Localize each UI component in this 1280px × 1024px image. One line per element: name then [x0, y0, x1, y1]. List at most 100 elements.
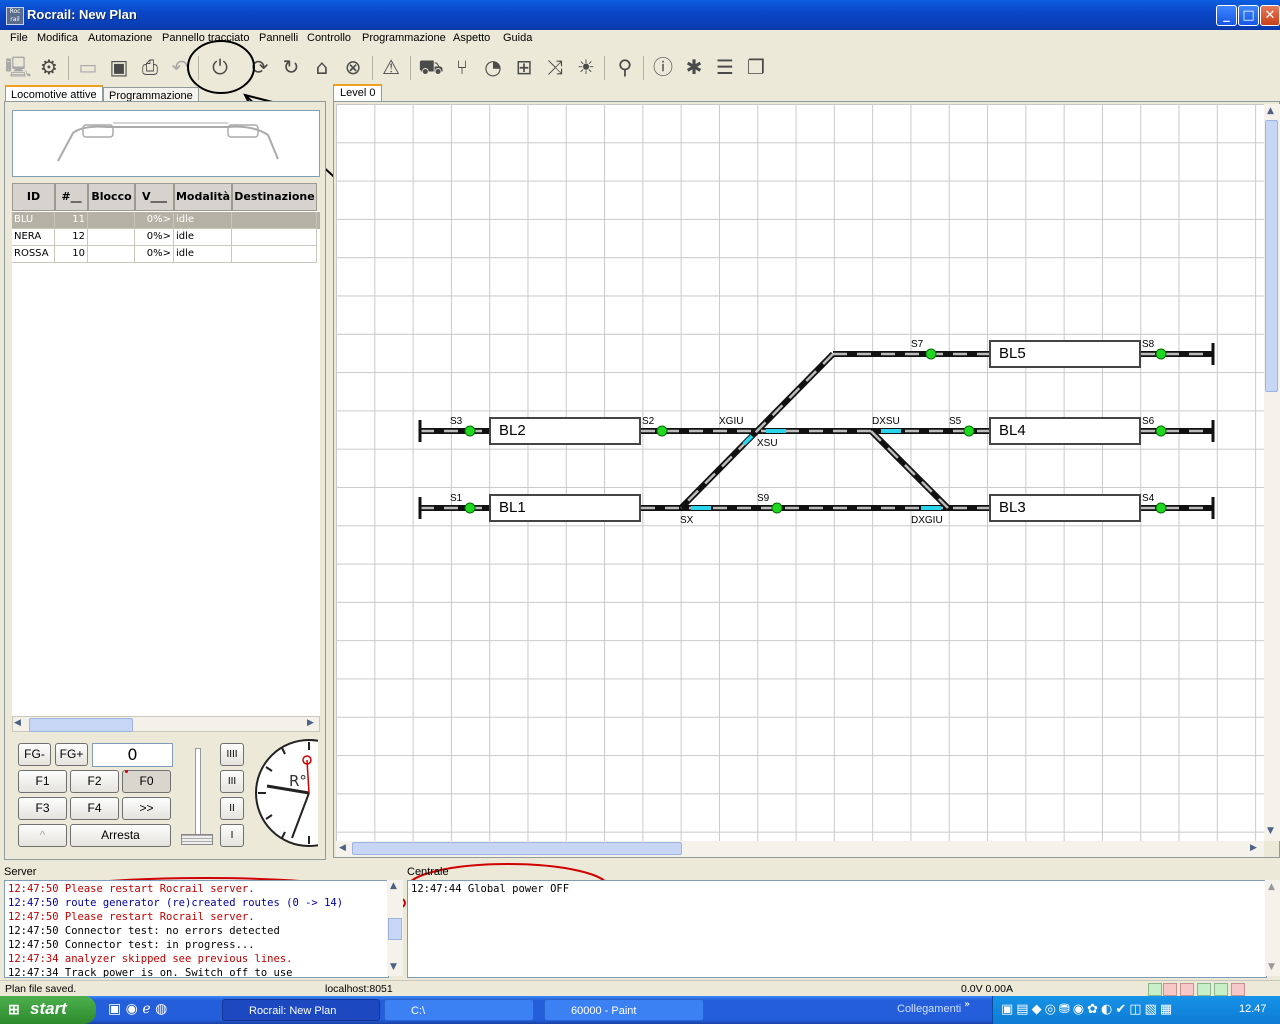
central-log-vscrollbar[interactable]: ▲ ▼: [1265, 880, 1280, 976]
speed-value-field[interactable]: 0: [92, 743, 173, 767]
f4-button[interactable]: F4: [70, 797, 119, 820]
links-expand-icon[interactable]: »: [964, 999, 970, 1010]
loco-table-hscrollbar[interactable]: ◀ ▶: [12, 716, 320, 732]
track-plan-canvas[interactable]: BL5 BL2 BL4 BL1 BL3 S1 S2 S3 S4 S5 S6 S7…: [336, 104, 1264, 841]
table-row[interactable]: BLU 11 0%> idle: [12, 212, 320, 229]
start-button[interactable]: ⊞ start: [0, 996, 96, 1024]
f3-button[interactable]: F3: [18, 797, 67, 820]
tray-icons[interactable]: ▣▤◆◎⛃◉✿◐✔◫▧▦: [1001, 1002, 1175, 1017]
label-xsu: XSU: [757, 438, 778, 449]
block-bl5[interactable]: BL5: [989, 340, 1141, 368]
scroll-right-arrow-icon[interactable]: ▶: [1250, 843, 1257, 853]
task-paint[interactable]: 60000 - Paint: [544, 999, 704, 1021]
system-tray: ▣▤◆◎⛃◉✿◐✔◫▧▦ 12.47: [992, 996, 1280, 1024]
block-bl1[interactable]: BL1: [489, 494, 641, 522]
windows-logo-icon: ⊞: [8, 1001, 20, 1017]
server-log[interactable]: 12:47:50 Please restart Rocrail server. …: [4, 880, 389, 978]
speed-step-2-button[interactable]: II: [220, 797, 244, 820]
signal-s4: [1155, 502, 1167, 514]
cell-address: 11: [55, 212, 88, 229]
status-message: Plan file saved.: [5, 983, 77, 995]
scroll-down-arrow-icon[interactable]: ▼: [390, 962, 397, 972]
scroll-down-arrow-icon[interactable]: ▼: [1267, 826, 1274, 836]
scroll-thumb[interactable]: [1265, 120, 1278, 392]
fg-plus-button[interactable]: FG+: [55, 743, 88, 766]
table-row[interactable]: ROSSA 10 0%> idle: [12, 246, 320, 263]
signal-s5: [963, 425, 975, 437]
status-bar: Plan file saved. localhost:8051 0.0V 0.0…: [0, 980, 1280, 997]
label-s8: S8: [1142, 339, 1155, 350]
plan-vscrollbar[interactable]: ▲ ▼: [1264, 104, 1280, 841]
cell-address: 10: [55, 246, 88, 263]
speed-step-1-button[interactable]: I: [220, 824, 244, 847]
speed-slider[interactable]: [181, 748, 213, 846]
label-s7: S7: [911, 339, 924, 350]
task-rocrail[interactable]: Rocrail: New Plan: [222, 999, 380, 1021]
signal-s3: [464, 425, 476, 437]
loco-table-body: [12, 211, 320, 716]
speed-step-3-button[interactable]: III: [220, 770, 244, 793]
col-header-block[interactable]: Blocco: [88, 183, 135, 211]
table-row[interactable]: NERA 12 0%> idle: [12, 229, 320, 246]
col-header-address[interactable]: #__: [55, 183, 88, 211]
loco-image: [12, 110, 320, 177]
label-dxgiu: DXGIU: [911, 515, 943, 526]
locomotive-outline-icon: [57, 122, 279, 162]
links-toolbar-label[interactable]: Collegamenti: [897, 1003, 961, 1015]
server-log-vscrollbar[interactable]: ▲ ▼: [387, 880, 403, 976]
server-log-line: 12:47:50 Connector test: in progress...: [8, 939, 255, 951]
cell-speed: 0%>: [135, 229, 174, 246]
task-console[interactable]: C:\: [384, 999, 534, 1021]
col-header-id[interactable]: ID: [12, 183, 55, 211]
f0-button[interactable]: F0: [122, 770, 171, 793]
f0-indicator-dot: [125, 770, 128, 773]
more-functions-button[interactable]: >>: [122, 797, 171, 820]
cell-block: [88, 246, 135, 263]
scroll-thumb[interactable]: [29, 718, 133, 732]
block-bl2[interactable]: BL2: [489, 417, 641, 445]
cell-mode: idle: [174, 212, 232, 229]
col-header-destination[interactable]: Destinazione: [232, 183, 317, 211]
status-led: [1214, 983, 1228, 996]
cell-id: BLU: [12, 212, 55, 229]
slider-track: [195, 748, 201, 838]
scroll-up-arrow-icon[interactable]: ▲: [1268, 882, 1275, 892]
col-header-mode[interactable]: Modalità: [174, 183, 232, 211]
central-log-line: 12:47:44 Global power OFF: [411, 883, 570, 895]
block-bl4[interactable]: BL4: [989, 417, 1141, 445]
col-header-speed[interactable]: V___: [135, 183, 174, 211]
f2-button[interactable]: F2: [70, 770, 119, 793]
label-s4: S4: [1142, 493, 1155, 504]
label-sx: SX: [680, 515, 694, 526]
quicklaunch-icons[interactable]: ▣ ◉ ℯ ◍: [108, 1001, 167, 1017]
plan-hscrollbar[interactable]: ◀ ▶: [336, 841, 1264, 857]
cell-destination: [232, 229, 317, 246]
start-label: start: [30, 999, 67, 1018]
scroll-thumb[interactable]: [388, 918, 402, 940]
scroll-down-arrow-icon[interactable]: ▼: [1268, 962, 1275, 972]
stop-button[interactable]: Arresta: [70, 824, 171, 847]
scroll-left-arrow-icon[interactable]: ◀: [339, 843, 346, 853]
cell-destination: [232, 212, 317, 229]
f1-button[interactable]: F1: [18, 770, 67, 793]
scroll-up-arrow-icon[interactable]: ▲: [1267, 106, 1274, 116]
cell-speed: 0%>: [135, 212, 174, 229]
server-log-line: 12:47:34 analyzer skipped see previous l…: [8, 953, 293, 965]
scroll-thumb[interactable]: [352, 842, 682, 855]
block-bl3[interactable]: BL3: [989, 494, 1141, 522]
scroll-up-arrow-icon[interactable]: ▲: [390, 881, 397, 891]
scroll-left-arrow-icon[interactable]: ◀: [14, 718, 21, 728]
clock-widget: R°: [252, 738, 318, 848]
signal-s6: [1155, 425, 1167, 437]
direction-button[interactable]: ^: [18, 824, 67, 847]
speed-step-4-button[interactable]: IIII: [220, 743, 244, 766]
fg-minus-button[interactable]: FG-: [18, 743, 51, 766]
slider-thumb[interactable]: [181, 834, 213, 845]
server-log-line: 12:47:50 Please restart Rocrail server.: [8, 911, 255, 923]
server-log-line: 12:47:34 Track power is on. Switch off t…: [8, 967, 293, 978]
scroll-right-arrow-icon[interactable]: ▶: [307, 718, 314, 728]
label-s6: S6: [1142, 416, 1155, 427]
central-log[interactable]: 12:47:44 Global power OFF: [407, 880, 1267, 978]
tray-clock: 12.47: [1239, 1003, 1267, 1015]
status-led: [1148, 983, 1162, 996]
